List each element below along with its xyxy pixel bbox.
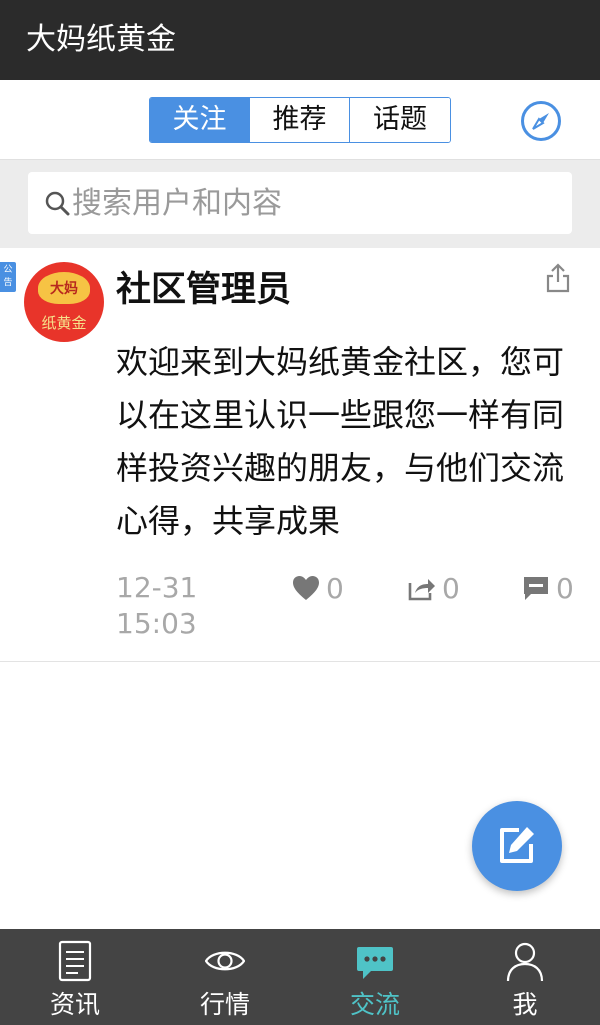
- share-button[interactable]: 0: [408, 570, 460, 606]
- search-icon: [45, 191, 70, 216]
- like-count: 0: [326, 571, 344, 605]
- share-count: 0: [442, 571, 460, 605]
- avatar[interactable]: 大妈 纸黄金: [24, 262, 104, 342]
- post-clock: 15:03: [116, 607, 197, 640]
- document-icon: [58, 940, 92, 982]
- author-name[interactable]: 社区管理员: [116, 268, 291, 312]
- nav-community[interactable]: 交流: [300, 929, 450, 1025]
- nav-market[interactable]: 行情: [150, 929, 300, 1025]
- nav-news[interactable]: 资讯: [0, 929, 150, 1025]
- segmented-control: 关注 推荐 话题: [149, 97, 451, 143]
- post-card[interactable]: 公告 大妈 纸黄金 社区管理员 欢迎来到大妈纸黄金社区，您可以在这里认识一些跟您…: [0, 248, 600, 662]
- search-area: [0, 160, 600, 248]
- post-time: 12-31 15:03: [116, 570, 197, 642]
- tab-bar: 关注 推荐 话题: [0, 80, 600, 160]
- title-bar: 大妈纸黄金: [0, 0, 600, 80]
- post-date: 12-31: [116, 571, 198, 604]
- compass-icon[interactable]: [520, 100, 562, 142]
- search-box[interactable]: [28, 172, 572, 234]
- chat-icon: [357, 947, 393, 979]
- compose-button[interactable]: [472, 801, 562, 891]
- share-icon: [408, 579, 435, 601]
- search-input[interactable]: [72, 180, 552, 226]
- comment-count: 0: [556, 571, 574, 605]
- announcement-badge: 公告: [0, 262, 16, 292]
- heart-icon: [293, 576, 319, 600]
- share-upload-icon[interactable]: [544, 262, 572, 294]
- nav-market-label: 行情: [199, 990, 250, 1019]
- person-icon: [506, 942, 544, 982]
- nav-news-label: 资讯: [49, 990, 100, 1019]
- post-content: 欢迎来到大妈纸黄金社区，您可以在这里认识一些跟您一样有同样投资兴趣的朋友，与他们…: [116, 343, 565, 540]
- app-title: 大妈纸黄金: [26, 22, 176, 57]
- like-button[interactable]: 0: [292, 570, 344, 606]
- tab-recommend[interactable]: 推荐: [250, 98, 350, 142]
- comment-icon: [524, 577, 548, 600]
- comment-button[interactable]: 0: [522, 570, 574, 606]
- tab-topics[interactable]: 话题: [350, 98, 450, 142]
- avatar-text-top: 大妈: [50, 281, 78, 297]
- nav-me[interactable]: 我: [450, 929, 600, 1025]
- eye-icon: [205, 951, 245, 971]
- bottom-nav: 资讯 行情 交流 我: [0, 929, 600, 1025]
- tab-follow[interactable]: 关注: [150, 98, 250, 142]
- nav-community-label: 交流: [349, 990, 400, 1019]
- nav-me-label: 我: [512, 990, 538, 1019]
- avatar-text-bottom: 纸黄金: [41, 314, 87, 332]
- edit-icon: [500, 827, 534, 863]
